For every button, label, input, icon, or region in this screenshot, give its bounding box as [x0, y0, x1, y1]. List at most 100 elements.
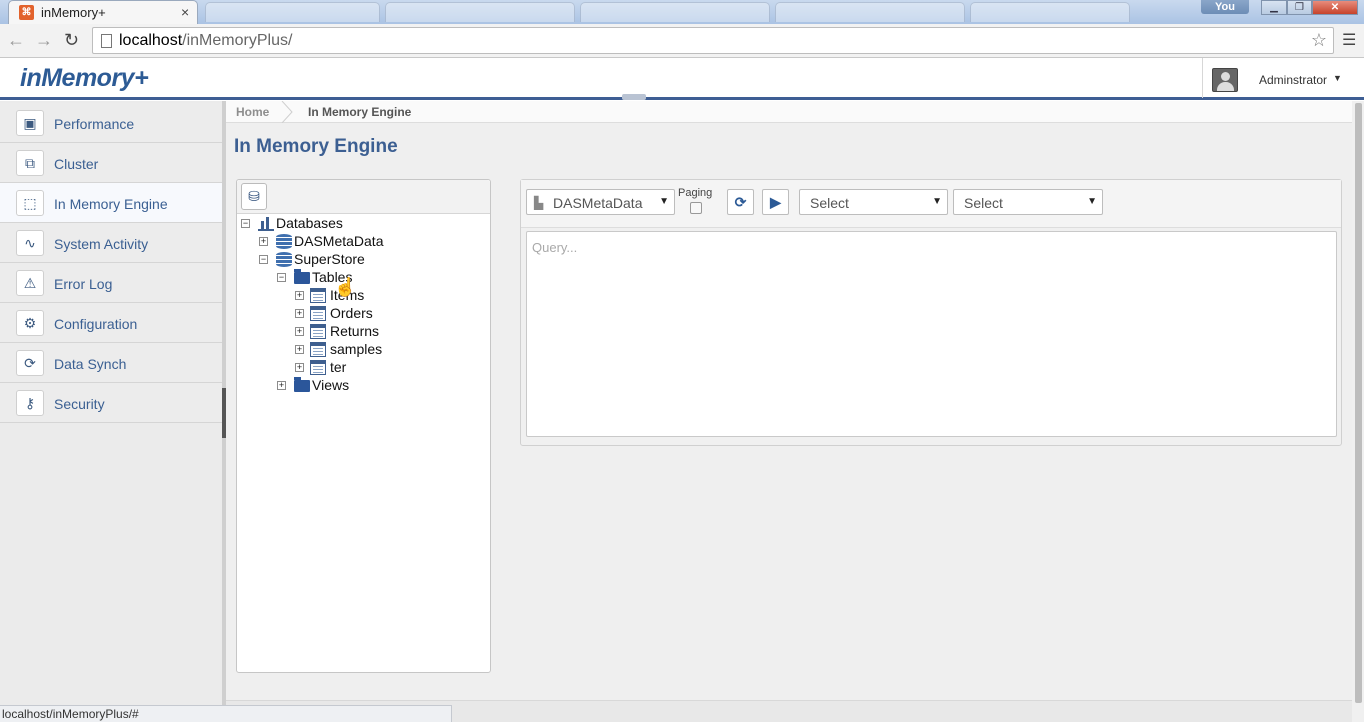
breadcrumb-home[interactable]: Home	[236, 105, 269, 119]
browser-user-badge[interactable]: You	[1201, 0, 1249, 14]
table-icon	[310, 342, 326, 357]
back-icon[interactable]: ←	[7, 30, 25, 51]
browser-status-bar: localhost/inMemoryPlus/#	[0, 705, 452, 722]
browser-titlebar: ⌘ inMemory+ × You ▁ ❐ ✕	[0, 0, 1364, 24]
browser-tab-title: inMemory+	[41, 5, 106, 20]
expand-icon[interactable]: +	[295, 309, 304, 318]
tree-node-label: samples	[330, 341, 383, 357]
tree-node-label: SuperStore	[294, 251, 365, 267]
expand-icon[interactable]: +	[295, 363, 304, 372]
query-toolbar: ▙ DASMetaData ▼ Paging ⟳ ▶ Select ▼ Sele…	[521, 180, 1341, 228]
sidebar-item-system-activity[interactable]: ∿ System Activity	[0, 223, 222, 263]
warning-icon: ⚠	[16, 270, 44, 296]
sidebar-item-error-log[interactable]: ⚠ Error Log	[0, 263, 222, 303]
app-logo[interactable]: inMemory+	[20, 64, 149, 93]
maximize-icon[interactable]: ❐	[1287, 0, 1312, 15]
table-icon	[310, 324, 326, 339]
run-query-button[interactable]: ▶	[762, 189, 789, 215]
collapse-icon[interactable]: −	[277, 273, 286, 282]
url-path: /inMemoryPlus/	[182, 32, 293, 49]
header-splitter-handle[interactable]	[622, 94, 646, 100]
sidebar-item-in-memory-engine[interactable]: ⬚ In Memory Engine	[0, 183, 222, 223]
url-host: localhost	[119, 32, 183, 49]
expand-icon[interactable]: +	[259, 237, 268, 246]
breadcrumb-current: In Memory Engine	[308, 105, 412, 119]
mouse-cursor-icon: ☝	[334, 277, 357, 297]
monitor-icon: ▣	[16, 110, 44, 136]
query-textarea[interactable]	[526, 231, 1337, 437]
query-panel: ▙ DASMetaData ▼ Paging ⟳ ▶ Select ▼ Sele…	[520, 179, 1342, 446]
collapse-icon[interactable]: −	[241, 219, 250, 228]
paging-checkbox[interactable]	[690, 202, 702, 214]
sidebar-item-security[interactable]: ⚷ Security	[0, 383, 222, 423]
bookmark-star-icon[interactable]: ☆	[1311, 30, 1327, 51]
gear-icon: ⚙	[16, 310, 44, 336]
tree-node-label: DASMetaData	[294, 233, 384, 249]
user-menu-label[interactable]: Adminstrator	[1259, 73, 1327, 87]
database-tree-panel: ⛁ − Databases + DASMetaData − SuperStore…	[236, 179, 491, 673]
caret-down-icon: ▼	[659, 196, 669, 207]
browser-tab-inactive[interactable]	[205, 2, 380, 22]
sidebar-item-label: Data Synch	[54, 356, 127, 372]
sidebar-item-performance[interactable]: ▣ Performance	[0, 103, 222, 143]
main-content: Home In Memory Engine In Memory Engine ⛁…	[226, 101, 1352, 722]
sidebar-item-label: System Activity	[54, 236, 149, 252]
folder-icon	[294, 377, 310, 392]
browser-tab-active[interactable]: ⌘ inMemory+ ×	[8, 0, 198, 24]
browser-tab-inactive[interactable]	[580, 2, 770, 22]
databases-icon: ▙	[534, 196, 544, 210]
browser-tab-inactive[interactable]	[775, 2, 965, 22]
databases-icon	[258, 216, 274, 231]
select-dropdown-2[interactable]: Select ▼	[953, 189, 1103, 215]
page-scrollbar[interactable]	[1352, 101, 1364, 722]
expand-icon[interactable]: +	[295, 291, 304, 300]
caret-down-icon[interactable]: ▼	[1333, 73, 1342, 83]
sidebar-item-data-synch[interactable]: ⟳ Data Synch	[0, 343, 222, 383]
expand-icon[interactable]: +	[295, 327, 304, 336]
breadcrumb-separator-icon	[281, 101, 293, 123]
collapse-icon[interactable]: −	[259, 255, 268, 264]
tree-node-label: Databases	[276, 215, 343, 231]
database-icon	[276, 252, 292, 267]
table-icon	[310, 306, 326, 321]
caret-down-icon: ▼	[1087, 196, 1097, 207]
app-header: inMemory+ Adminstrator ▼	[0, 58, 1364, 100]
sync-icon: ⟳	[16, 350, 44, 376]
reload-icon[interactable]: ↻	[64, 30, 79, 51]
tree-node-label: Views	[312, 377, 350, 393]
address-bar[interactable]: localhost/inMemoryPlus/ ☆	[92, 27, 1334, 54]
add-database-button[interactable]: ⛁	[241, 183, 267, 210]
sidebar-item-label: Security	[54, 396, 105, 412]
browser-tab-inactive[interactable]	[970, 2, 1130, 22]
key-icon: ⚷	[16, 390, 44, 416]
cluster-icon: ⧉	[16, 150, 44, 176]
folder-icon	[294, 269, 310, 284]
browser-tab-inactive[interactable]	[385, 2, 575, 22]
select-dropdown-value: Select	[964, 195, 1003, 211]
select-dropdown-1[interactable]: Select ▼	[799, 189, 948, 215]
chip-icon: ⬚	[16, 190, 44, 216]
page-title: In Memory Engine	[234, 136, 398, 157]
favicon-icon: ⌘	[19, 5, 34, 20]
browser-toolbar: ← → ↻ localhost/inMemoryPlus/ ☆ ☰	[0, 24, 1364, 58]
tree-node-label: Returns	[330, 323, 380, 339]
forward-icon[interactable]: →	[35, 30, 53, 51]
caret-down-icon: ▼	[932, 196, 942, 207]
refresh-button[interactable]: ⟳	[727, 189, 754, 215]
database-select[interactable]: ▙ DASMetaData ▼	[526, 189, 675, 215]
scrollbar-thumb[interactable]	[1355, 103, 1362, 703]
window-close-icon[interactable]: ✕	[1312, 0, 1358, 15]
sidebar-item-label: Cluster	[54, 156, 99, 172]
browser-menu-icon[interactable]: ☰	[1342, 30, 1356, 50]
sidebar-item-label: In Memory Engine	[54, 196, 168, 212]
sidebar-item-configuration[interactable]: ⚙ Configuration	[0, 303, 222, 343]
expand-icon[interactable]: +	[277, 381, 286, 390]
header-divider	[1202, 58, 1203, 98]
minimize-icon[interactable]: ▁	[1261, 0, 1287, 15]
address-url[interactable]: localhost/inMemoryPlus/	[119, 32, 292, 50]
tab-close-icon[interactable]: ×	[181, 4, 189, 20]
page-icon	[101, 34, 112, 48]
expand-icon[interactable]: +	[295, 345, 304, 354]
user-avatar-icon[interactable]	[1212, 68, 1238, 92]
sidebar-item-cluster[interactable]: ⧉ Cluster	[0, 143, 222, 183]
